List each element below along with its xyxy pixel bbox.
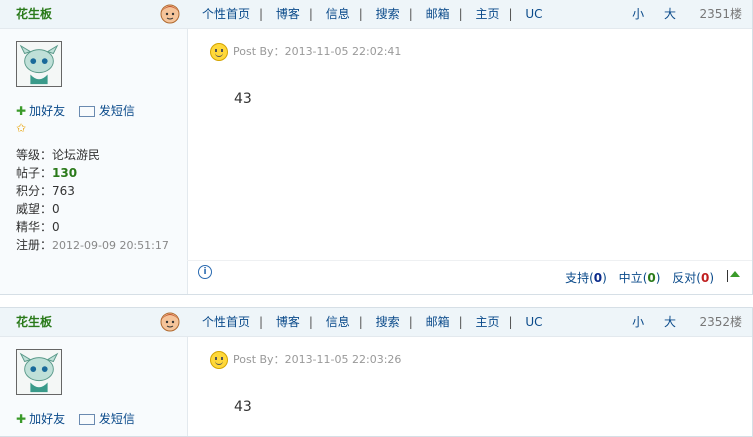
post-meta: Post By：2013-11-05 22:02:41 (210, 43, 401, 61)
plus-icon: ✚ (16, 104, 27, 118)
nav-homepage[interactable]: 主页 (475, 315, 499, 329)
divider (727, 270, 728, 282)
smiley-icon (210, 351, 228, 369)
add-friend-link[interactable]: 加好友 (29, 104, 65, 118)
avatar[interactable] (16, 349, 62, 395)
floor-number: 2352楼 (699, 315, 742, 329)
post-by: Post By：2013-11-05 22:02:41 (233, 45, 402, 58)
oppose-vote[interactable]: 反对(0) (672, 271, 714, 285)
nav-uc[interactable]: UC (525, 315, 542, 329)
post-meta: Post By：2013-11-05 22:03:26 (210, 351, 401, 369)
username-link[interactable]: 花生板 (16, 5, 52, 22)
star-icon: ✩ (16, 121, 27, 135)
post-footer: i 支持(0) 中立(0) 反对(0) (187, 260, 752, 295)
author-sidebar: 花生板 ✚ 加好友 发短信 (0, 308, 188, 436)
oppose-label: 反对 (672, 271, 697, 285)
floor-number: 2351楼 (699, 7, 742, 21)
post-header: 个性首页 | 博客 | 信息 | 搜索 | 邮箱 | 主页 | UC 小 大 2352楼 (187, 308, 752, 337)
user-nav: 个性首页 | 博客 | 信息 | 搜索 | 邮箱 | 主页 | UC (202, 315, 543, 329)
neutral-vote[interactable]: 中立(0) (619, 271, 661, 285)
posts-count: 130 (52, 166, 78, 180)
register-label: 注册： (16, 238, 53, 252)
points-value: 763 (52, 184, 75, 198)
font-small-link[interactable]: 小 (632, 315, 644, 329)
add-friend-link[interactable]: 加好友 (29, 412, 65, 426)
nav-info[interactable]: 信息 (326, 7, 350, 21)
envelope-icon (78, 106, 95, 117)
nav-personal-home[interactable]: 个性首页 (202, 7, 250, 21)
font-large-link[interactable]: 大 (664, 315, 676, 329)
nav-blog[interactable]: 博客 (276, 7, 300, 21)
post-by: Post By：2013-11-05 22:03:26 (233, 353, 402, 366)
smiley-icon (210, 43, 228, 61)
font-small-link[interactable]: 小 (632, 7, 644, 21)
prestige-value: 0 (52, 202, 60, 216)
post-header: 个性首页 | 博客 | 信息 | 搜索 | 邮箱 | 主页 | UC 小 大 2351楼 (187, 0, 752, 29)
register-date: 2012-09-09 20:51:17 (52, 239, 169, 252)
prestige-label: 威望： (16, 202, 53, 216)
post-content: 43 (234, 399, 252, 415)
author-sidebar: 花生板 ✚ 加好友 发短信 ✩ 等级：论坛游民 帖子：130 积分：763 威望… (0, 0, 188, 294)
posts-label: 帖子： (16, 166, 53, 180)
username-link[interactable]: 花生板 (16, 313, 52, 330)
post-2352: 花生板 ✚ 加好友 发短信 个性首页 | 博客 | 信息 | 搜索 | 邮箱 |… (0, 307, 753, 437)
support-count: 0 (593, 271, 603, 285)
user-face-icon (160, 312, 180, 332)
post-2351: 花生板 ✚ 加好友 发短信 ✩ 等级：论坛游民 帖子：130 积分：763 威望… (0, 0, 753, 295)
author-header: 花生板 (0, 308, 187, 337)
avatar[interactable] (16, 41, 62, 87)
nav-homepage[interactable]: 主页 (475, 7, 499, 21)
send-message-link[interactable]: 发短信 (99, 412, 135, 426)
back-to-top-icon[interactable] (730, 271, 740, 277)
user-nav: 个性首页 | 博客 | 信息 | 搜索 | 邮箱 | 主页 | UC (202, 7, 543, 21)
nav-personal-home[interactable]: 个性首页 (202, 315, 250, 329)
nav-info[interactable]: 信息 (326, 315, 350, 329)
plus-icon: ✚ (16, 412, 27, 426)
author-actions: ✚ 加好友 发短信 (16, 410, 135, 427)
post-content: 43 (234, 91, 252, 107)
level-label: 等级： (16, 148, 53, 162)
nav-mailbox[interactable]: 邮箱 (426, 7, 450, 21)
info-icon[interactable]: i (198, 265, 212, 279)
nav-search[interactable]: 搜索 (376, 315, 400, 329)
essence-value: 0 (52, 220, 60, 234)
send-message-link[interactable]: 发短信 (99, 104, 135, 118)
font-size-links: 小 大 (616, 5, 676, 22)
nav-blog[interactable]: 博客 (276, 315, 300, 329)
points-label: 积分： (16, 184, 53, 198)
vote-bar: 支持(0) 中立(0) 反对(0) (557, 269, 714, 286)
author-stats: 等级：论坛游民 帖子：130 积分：763 威望：0 精华：0 注册：2012-… (16, 146, 169, 255)
nav-uc[interactable]: UC (525, 7, 542, 21)
font-size-links: 小 大 (616, 313, 676, 330)
envelope-icon (78, 414, 95, 425)
author-actions: ✚ 加好友 发短信 (16, 102, 135, 119)
nav-mailbox[interactable]: 邮箱 (426, 315, 450, 329)
level-value: 论坛游民 (52, 148, 101, 162)
support-label: 支持 (565, 271, 590, 285)
neutral-count: 0 (647, 271, 656, 285)
essence-label: 精华： (16, 220, 53, 234)
font-large-link[interactable]: 大 (664, 7, 676, 21)
author-header: 花生板 (0, 0, 187, 29)
neutral-label: 中立 (618, 271, 643, 285)
user-face-icon (160, 4, 180, 24)
nav-search[interactable]: 搜索 (376, 7, 400, 21)
oppose-count: 0 (700, 271, 710, 285)
support-vote[interactable]: 支持(0) (565, 271, 607, 285)
